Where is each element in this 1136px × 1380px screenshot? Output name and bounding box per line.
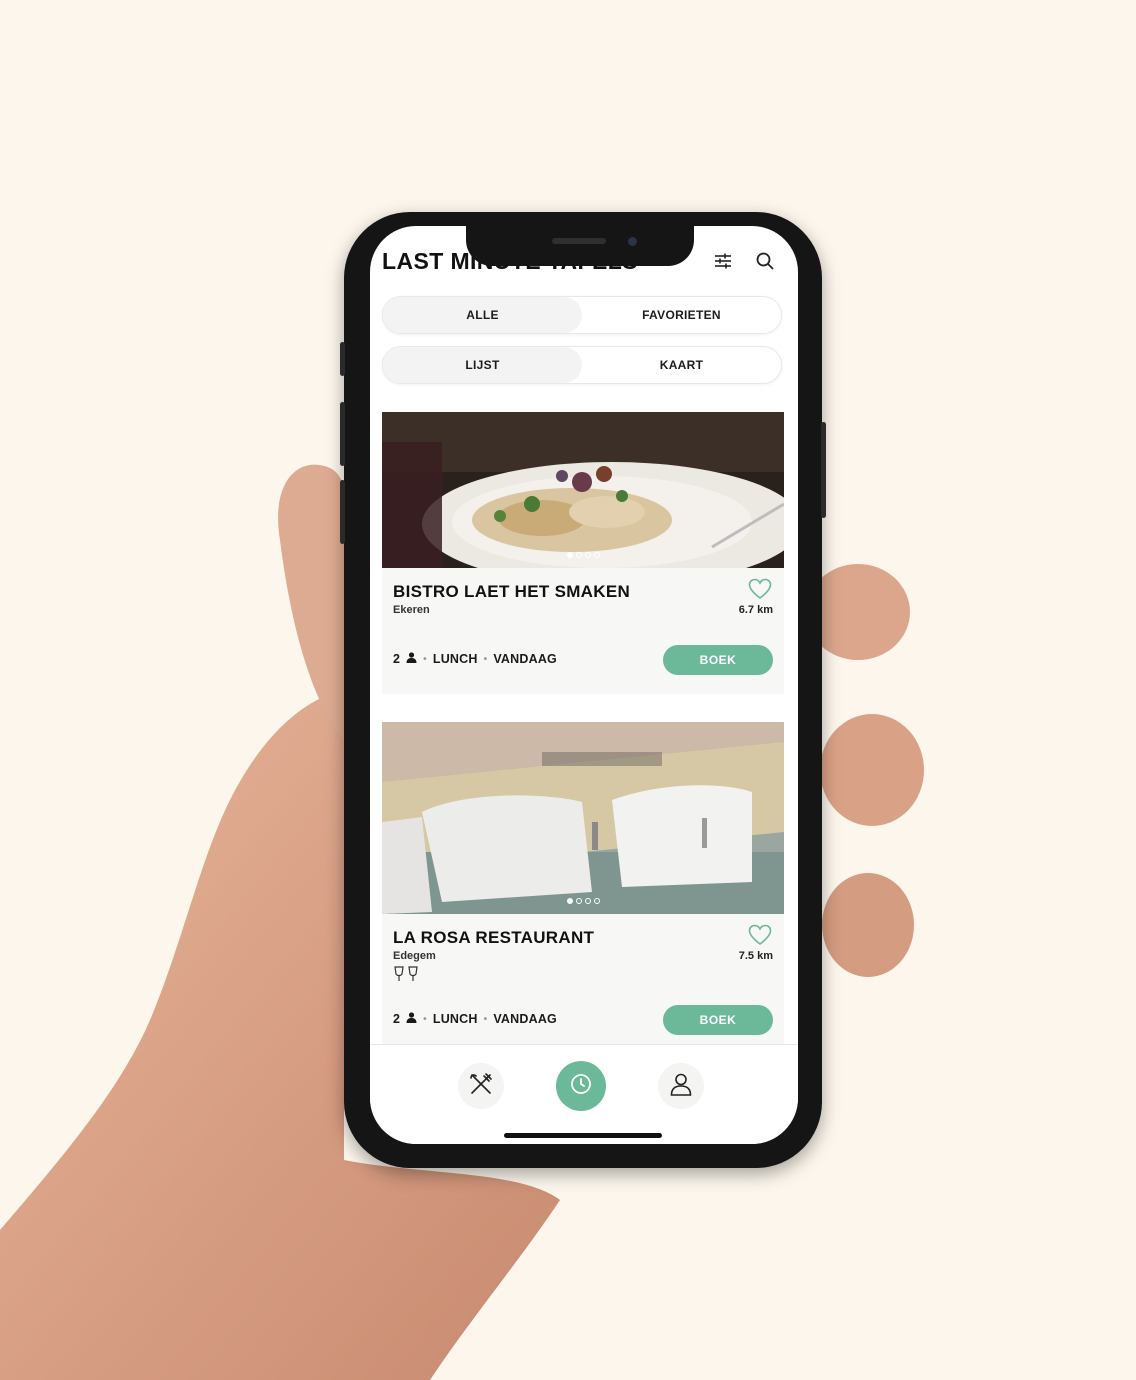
cutlery-icon bbox=[468, 1071, 494, 1102]
tab-profile[interactable] bbox=[658, 1063, 704, 1109]
restaurant-name[interactable]: BISTRO LAET HET SMAKEN bbox=[393, 582, 630, 602]
restaurant-card[interactable]: BISTRO LAET HET SMAKEN Ekeren 6.7 km 2 •… bbox=[382, 412, 784, 694]
separator-dot: • bbox=[423, 1013, 427, 1025]
separator-dot: • bbox=[423, 653, 427, 665]
tab-alle[interactable]: ALLE bbox=[383, 297, 582, 333]
heart-icon[interactable] bbox=[748, 924, 772, 946]
restaurant-photo[interactable] bbox=[382, 722, 784, 914]
tab-last-minute[interactable] bbox=[556, 1061, 606, 1111]
book-button[interactable]: BOEK bbox=[663, 645, 773, 675]
restaurant-city: Ekeren bbox=[393, 604, 430, 616]
restaurant-photo[interactable] bbox=[382, 412, 784, 568]
home-indicator bbox=[504, 1133, 662, 1138]
booking-info: 2 • LUNCH • VANDAAG bbox=[393, 1012, 557, 1026]
restaurant-distance: 6.7 km bbox=[738, 604, 773, 616]
heart-icon[interactable] bbox=[748, 578, 772, 600]
search-icon[interactable] bbox=[752, 248, 778, 274]
person-icon bbox=[406, 652, 417, 666]
restaurant-distance: 7.5 km bbox=[738, 950, 773, 962]
tab-favorieten[interactable]: FAVORIETEN bbox=[582, 297, 781, 333]
guest-count: 2 bbox=[393, 652, 401, 666]
scope-toggle: ALLE FAVORIETEN bbox=[382, 296, 782, 334]
app-screen: LAST MINUTE TAFELS ALLE FAVORIETEN LIJST… bbox=[370, 226, 798, 1144]
booking-info: 2 • LUNCH • VANDAAG bbox=[393, 652, 557, 666]
wine-glasses-icon bbox=[393, 966, 421, 982]
book-button[interactable]: BOEK bbox=[663, 1005, 773, 1035]
restaurant-name[interactable]: LA ROSA RESTAURANT bbox=[393, 928, 594, 948]
separator-dot: • bbox=[483, 653, 488, 665]
separator-dot: • bbox=[483, 1013, 488, 1025]
restaurant-card[interactable]: LA ROSA RESTAURANT Edegem 7.5 km 2 • LUN… bbox=[382, 722, 784, 1052]
tab-kaart[interactable]: KAART bbox=[582, 347, 781, 383]
meal-type: LUNCH bbox=[432, 652, 478, 666]
person-icon bbox=[406, 1012, 417, 1026]
booking-day: VANDAAG bbox=[493, 1012, 557, 1026]
bottom-tab-bar bbox=[370, 1044, 798, 1144]
guest-count: 2 bbox=[393, 1012, 401, 1026]
booking-day: VANDAAG bbox=[493, 652, 557, 666]
tab-lijst[interactable]: LIJST bbox=[383, 347, 582, 383]
meal-type: LUNCH bbox=[432, 1012, 478, 1026]
restaurant-city: Edegem bbox=[393, 950, 436, 962]
carousel-dots bbox=[382, 898, 784, 904]
sliders-icon[interactable] bbox=[710, 248, 736, 274]
view-toggle: LIJST KAART bbox=[382, 346, 782, 384]
phone-notch bbox=[466, 226, 694, 266]
clock-icon bbox=[568, 1071, 594, 1102]
tab-restaurants[interactable] bbox=[458, 1063, 504, 1109]
carousel-dots bbox=[382, 552, 784, 558]
user-icon bbox=[668, 1071, 694, 1102]
